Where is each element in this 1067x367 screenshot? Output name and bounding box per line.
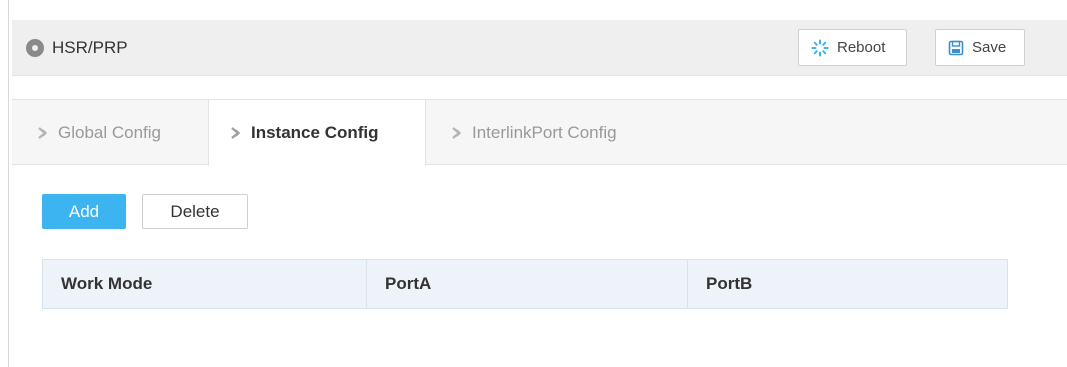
tab-label: Global Config bbox=[58, 122, 162, 142]
spinner-icon bbox=[811, 39, 829, 57]
chevron-right-icon bbox=[36, 126, 50, 140]
column-header-portb[interactable]: PortB bbox=[688, 260, 1007, 308]
tab-global-config[interactable]: Global Config bbox=[36, 100, 161, 165]
tab-label: InterlinkPort Config bbox=[472, 122, 617, 142]
save-button[interactable]: Save bbox=[935, 29, 1025, 66]
add-button[interactable]: Add bbox=[42, 194, 126, 229]
chevron-right-icon bbox=[450, 126, 464, 140]
instance-table-header: Work Mode PortA PortB bbox=[42, 259, 1008, 309]
reboot-button[interactable]: Reboot bbox=[798, 29, 907, 66]
column-header-work-mode[interactable]: Work Mode bbox=[43, 260, 367, 308]
save-label: Save bbox=[972, 39, 1007, 56]
tab-instance-config[interactable]: Instance Config bbox=[208, 100, 426, 166]
reboot-label: Reboot bbox=[837, 39, 886, 56]
delete-button[interactable]: Delete bbox=[142, 194, 248, 229]
column-header-porta[interactable]: PortA bbox=[367, 260, 688, 308]
page-title: HSR/PRP bbox=[52, 38, 128, 57]
location-pin-icon bbox=[26, 39, 44, 57]
floppy-disk-icon bbox=[948, 40, 964, 56]
chevron-right-icon bbox=[229, 126, 243, 140]
tab-label: Instance Config bbox=[251, 123, 379, 142]
header-title-group: HSR/PRP bbox=[26, 20, 128, 76]
page-header: HSR/PRP Reboot Save bbox=[12, 20, 1067, 76]
tab-interlinkport-config[interactable]: InterlinkPort Config bbox=[450, 100, 617, 165]
tab-bar: Global Config Instance Config InterlinkP… bbox=[12, 99, 1067, 166]
